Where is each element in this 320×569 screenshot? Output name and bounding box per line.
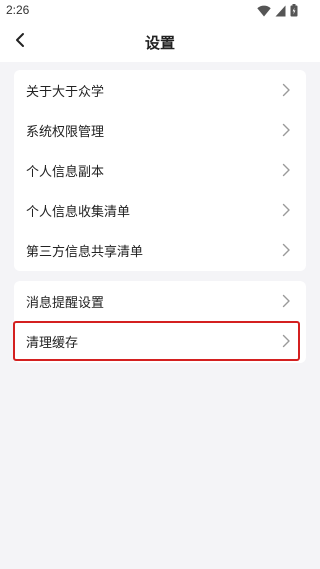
wifi-icon — [257, 2, 271, 21]
settings-group-general: 关于大于众学 系统权限管理 个人信息副本 个人信息收集清单 第三方信息共享清单 — [14, 70, 306, 271]
page-title: 设置 — [144, 34, 175, 52]
settings-group-app: 消息提醒设置 清理缓存 — [14, 281, 306, 363]
battery-icon — [290, 2, 298, 21]
settings-item-third-party-sharing-list[interactable]: 第三方信息共享清单 — [14, 230, 306, 270]
settings-item-label: 关于大于众学 — [26, 85, 105, 100]
status-time: 2:26 — [6, 3, 30, 17]
chevron-right-icon — [278, 333, 294, 349]
settings-item-notifications[interactable]: 消息提醒设置 — [14, 281, 306, 321]
settings-item-personal-info-copy[interactable]: 个人信息副本 — [14, 150, 306, 190]
chevron-right-icon — [278, 122, 294, 138]
status-icons — [257, 2, 298, 21]
settings-item-label: 系统权限管理 — [26, 125, 105, 140]
signal-icon — [275, 2, 286, 21]
chevron-right-icon — [278, 293, 294, 309]
chevron-right-icon — [278, 242, 294, 258]
settings-item-label: 清理缓存 — [26, 336, 79, 351]
chevron-right-icon — [278, 162, 294, 178]
settings-item-label: 个人信息收集清单 — [26, 205, 131, 220]
settings-item-label: 第三方信息共享清单 — [26, 245, 144, 260]
chevron-right-icon — [278, 202, 294, 218]
settings-item-clear-cache[interactable]: 清理缓存 — [14, 321, 306, 361]
settings-item-label: 个人信息副本 — [26, 165, 105, 180]
status-bar: 2:26 — [0, 0, 320, 22]
settings-item-permissions[interactable]: 系统权限管理 — [14, 110, 306, 150]
settings-item-about[interactable]: 关于大于众学 — [14, 70, 306, 110]
nav-bar: 设置 — [0, 22, 320, 62]
settings-item-label: 消息提醒设置 — [26, 296, 105, 311]
settings-item-info-collection-list[interactable]: 个人信息收集清单 — [14, 190, 306, 230]
chevron-right-icon — [278, 82, 294, 98]
